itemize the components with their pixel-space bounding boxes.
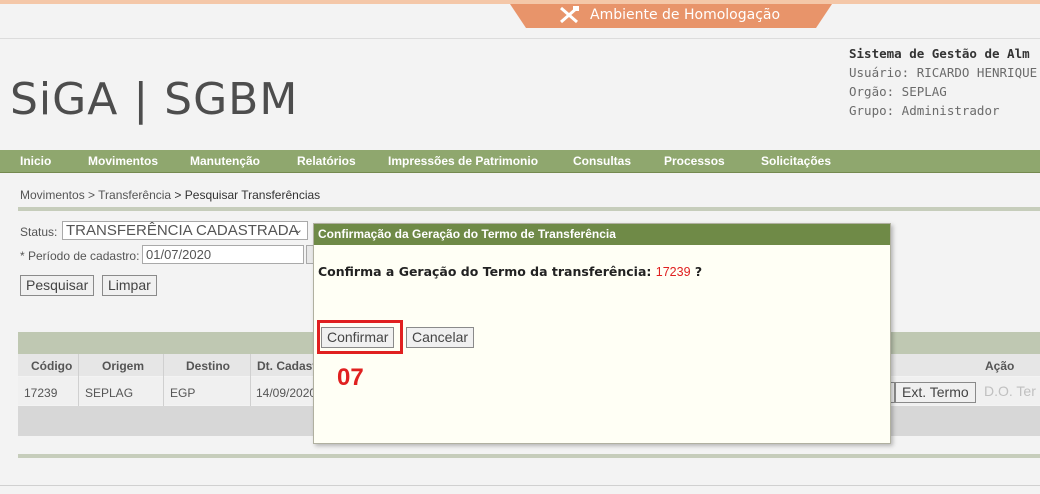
cell-destino: EGP — [170, 386, 196, 400]
cancel-button[interactable]: Cancelar — [406, 327, 475, 348]
chevron-down-icon: ⌄ — [293, 224, 303, 236]
main-nav: Inicio Movimentos Manutenção Relatórios … — [0, 150, 1040, 173]
do-termo-button: D.O. Ter — [984, 383, 1036, 399]
period-label: * Período de cadastro: — [20, 249, 140, 263]
dialog-message: Confirma a Geração do Termo da transferê… — [318, 264, 702, 279]
nav-solicitacoes[interactable]: Solicitações — [761, 154, 831, 168]
breadcrumb-current: > Pesquisar Transferências — [174, 188, 321, 202]
section-divider — [18, 207, 1040, 211]
period-start-input[interactable]: 01/07/2020 — [142, 245, 304, 264]
system-name: Sistema de Gestão de Alm — [849, 46, 1030, 61]
col-codigo: Código — [31, 359, 73, 373]
cell-origem: SEPLAG — [85, 386, 134, 400]
nav-inicio[interactable]: Inicio — [20, 154, 51, 168]
environment-label: Ambiente de Homologação — [590, 7, 781, 23]
search-button[interactable]: Pesquisar — [20, 275, 95, 296]
footer-divider — [18, 454, 1040, 458]
cell-codigo: 17239 — [24, 386, 58, 400]
user-name: Usuário: RICARDO HENRIQUE — [849, 65, 1038, 80]
dialog-message-suffix: ? — [694, 264, 703, 279]
status-select-value: TRANSFERÊNCIA CADASTRADA — [66, 222, 299, 239]
column-divider — [250, 354, 251, 406]
breadcrumb: Movimentos > Transferência > Pesquisar T… — [20, 188, 320, 202]
page-bottom-rule — [0, 485, 1040, 486]
ext-termo-button[interactable]: Ext. Termo — [895, 382, 976, 403]
app-logo: SiGA | SGBM — [10, 74, 299, 125]
nav-processos[interactable]: Processos — [664, 154, 725, 168]
col-origem: Origem — [102, 359, 145, 373]
status-select[interactable]: TRANSFERÊNCIA CADASTRADA ⌄ — [62, 221, 308, 240]
nav-consultas[interactable]: Consultas — [573, 154, 631, 168]
header-divider — [0, 38, 1040, 39]
breadcrumb-transferencia[interactable]: > Transferência — [88, 188, 171, 202]
dialog-message-text: Confirma a Geração do Termo da transferê… — [318, 264, 652, 279]
step-number: 07 — [337, 364, 364, 391]
breadcrumb-movimentos[interactable]: Movimentos — [20, 188, 85, 202]
status-label: Status: — [20, 225, 58, 239]
tools-icon — [560, 6, 579, 24]
dialog-title: Confirmação da Geração do Termo de Trans… — [314, 224, 890, 245]
col-dt-cadastro: Dt. Cadast — [257, 359, 317, 373]
column-divider — [78, 354, 79, 406]
column-divider — [163, 354, 164, 406]
user-org: Orgão: SEPLAG — [849, 84, 947, 99]
user-group: Grupo: Administrador — [849, 103, 1000, 118]
col-acao: Ação — [985, 359, 1015, 373]
cell-dt-cadastro: 14/09/2020 — [256, 386, 317, 400]
step-highlight-box — [317, 320, 403, 354]
nav-manutencao[interactable]: Manutenção — [190, 154, 260, 168]
nav-movimentos[interactable]: Movimentos — [88, 154, 158, 168]
clear-button[interactable]: Limpar — [102, 275, 157, 296]
nav-relatorios[interactable]: Relatórios — [297, 154, 356, 168]
nav-impressoes[interactable]: Impressões de Patrimonio — [388, 154, 538, 168]
dialog-transfer-number: 17239 — [655, 265, 691, 279]
col-destino: Destino — [186, 359, 231, 373]
user-info: Sistema de Gestão de Alm Usuário: RICARD… — [849, 44, 1037, 120]
